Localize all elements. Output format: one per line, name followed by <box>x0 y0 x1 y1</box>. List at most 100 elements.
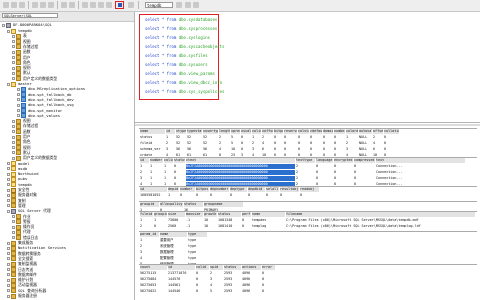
tree-item[interactable]: Notification Services <box>7 245 66 251</box>
expand-icon[interactable] <box>12 61 15 65</box>
tree-item[interactable]: 集成服务 <box>7 240 33 246</box>
expand-icon[interactable] <box>7 289 10 293</box>
tree-item[interactable]: dbo.spt_values <box>17 113 60 119</box>
expand-icon[interactable] <box>7 257 10 261</box>
tree-item[interactable]: 维护计划 <box>7 277 33 283</box>
column-header[interactable]: depid <box>168 187 179 192</box>
column-header[interactable]: perf <box>242 212 251 217</box>
copy-icon[interactable] <box>40 2 46 8</box>
column-header[interactable]: domain <box>323 129 333 134</box>
column-header[interactable]: name <box>160 232 187 237</box>
expand-icon[interactable] <box>12 124 15 128</box>
column-header[interactable]: maxsize <box>186 212 203 217</box>
results-grid[interactable]: idnumbercolidstatusctexttexttypelanguage… <box>139 157 477 188</box>
expand-icon[interactable] <box>12 146 15 150</box>
results-grid[interactable]: fileid groupid size maxsize growth status perf… <box>139 211 477 230</box>
tree-item[interactable]: 活动监视器 <box>7 282 37 288</box>
expand-icon[interactable] <box>7 167 10 171</box>
column-header[interactable]: name <box>140 129 165 134</box>
tree-item[interactable]: 操作员 <box>12 224 34 230</box>
tree-item[interactable]: dbo.MSreplication_options <box>17 86 85 92</box>
tree-item[interactable]: 安全性 <box>7 187 29 193</box>
tree-item[interactable]: dbo.spt_fallback_db <box>17 92 71 98</box>
column-header[interactable]: status <box>184 202 203 207</box>
expand-icon[interactable] <box>7 204 10 208</box>
column-header[interactable]: allocpolicy <box>160 202 183 207</box>
expand-icon[interactable] <box>7 177 10 181</box>
column-header[interactable]: count <box>140 265 167 270</box>
column-header[interactable]: filename <box>286 212 475 217</box>
column-header[interactable]: depdbid <box>248 187 265 192</box>
tree-item[interactable]: 代理 <box>12 229 31 235</box>
expand-icon[interactable] <box>17 103 20 107</box>
column-header[interactable]: name <box>252 212 285 217</box>
tree-item[interactable]: 函数 <box>12 129 31 135</box>
tree-item[interactable]: 默认 <box>12 150 31 156</box>
expand-icon[interactable] <box>7 82 10 86</box>
tree-item[interactable]: 复制监视器 <box>7 261 37 267</box>
column-header[interactable]: id <box>166 129 175 134</box>
tree-item[interactable]: pubs <box>7 176 27 182</box>
tree-item[interactable]: 规则 <box>12 145 31 151</box>
column-header[interactable]: offset <box>373 129 383 134</box>
sql-editor[interactable]: select * from dbo.sysdatabases select * f… <box>135 12 480 123</box>
expand-icon[interactable] <box>7 283 10 287</box>
expand-icon[interactable] <box>7 29 10 33</box>
column-header[interactable]: size <box>168 212 185 217</box>
column-header[interactable]: fileid <box>140 212 153 217</box>
tree-item[interactable]: tempdb <box>7 182 32 188</box>
column-header[interactable]: id <box>140 158 149 163</box>
find-icon[interactable] <box>61 2 67 8</box>
tree-item[interactable]: 错误日志 <box>12 235 38 241</box>
expand-icon[interactable] <box>7 209 10 213</box>
tree-item[interactable]: 存储过程 <box>12 123 38 129</box>
tree-item[interactable]: 角色 <box>12 139 31 145</box>
column-header[interactable]: id <box>168 265 195 270</box>
results-grid[interactable]: nameidxtypetypestatxusertypelengthxprecx… <box>139 128 477 159</box>
server-selector[interactable]: SQLServer\SQL <box>2 13 58 18</box>
column-header[interactable]: selall <box>266 187 279 192</box>
results-grid[interactable]: param_id name type 1 重要用户 type 2 系统管理 type 3 数据管理 t… <box>139 231 477 268</box>
column-header[interactable]: resultobj <box>280 187 299 192</box>
column-header[interactable]: status <box>174 158 185 163</box>
expand-icon[interactable] <box>12 156 15 160</box>
column-header[interactable]: spid <box>210 265 223 270</box>
expand-icon[interactable] <box>12 34 15 38</box>
expand-icon[interactable] <box>17 93 20 97</box>
column-header[interactable]: texttype <box>296 158 315 163</box>
column-header[interactable]: param_id <box>140 232 159 237</box>
column-header[interactable]: xscale <box>241 129 251 134</box>
expand-icon[interactable] <box>12 71 15 75</box>
column-header[interactable]: ctext <box>186 158 295 163</box>
expand-icon[interactable] <box>7 273 10 277</box>
column-header[interactable]: language <box>316 158 333 163</box>
tree-item[interactable]: dbo.spt_monitor <box>17 108 62 113</box>
expand-icon[interactable] <box>12 130 15 134</box>
column-header[interactable]: bitpos <box>196 187 209 192</box>
tree-item[interactable]: 数据转换服务 <box>7 251 41 257</box>
expand-icon[interactable] <box>12 77 15 81</box>
column-header[interactable]: status <box>218 212 241 217</box>
column-header[interactable]: number <box>180 187 195 192</box>
parse-icon[interactable] <box>90 2 96 8</box>
object-browser-icon[interactable] <box>128 2 134 8</box>
chevron-down-icon[interactable] <box>176 2 182 8</box>
column-header[interactable]: encrypted <box>334 158 353 163</box>
expand-icon[interactable] <box>7 241 10 245</box>
tree-item[interactable]: 用户定义的数据类型 <box>12 155 57 161</box>
column-header[interactable]: readobj <box>300 187 319 192</box>
expand-icon[interactable] <box>7 193 10 197</box>
open-file-icon[interactable] <box>11 2 17 8</box>
expand-icon[interactable] <box>12 230 15 234</box>
results-grid[interactable]: count id colid spid status actions error 562751… <box>139 264 477 295</box>
column-header[interactable]: deptype <box>230 187 247 192</box>
tree-item[interactable]: 作业 <box>12 214 31 219</box>
expand-icon[interactable] <box>12 151 15 155</box>
tree-item[interactable]: 用户定义的数据类型 <box>12 76 57 82</box>
expand-icon[interactable] <box>17 114 20 118</box>
expand-icon[interactable] <box>7 252 10 256</box>
tree-item[interactable]: SQL 查询分析器 <box>7 288 46 294</box>
expand-icon[interactable] <box>17 98 20 102</box>
column-header[interactable]: actions <box>242 265 261 270</box>
column-header[interactable]: number <box>334 129 345 134</box>
